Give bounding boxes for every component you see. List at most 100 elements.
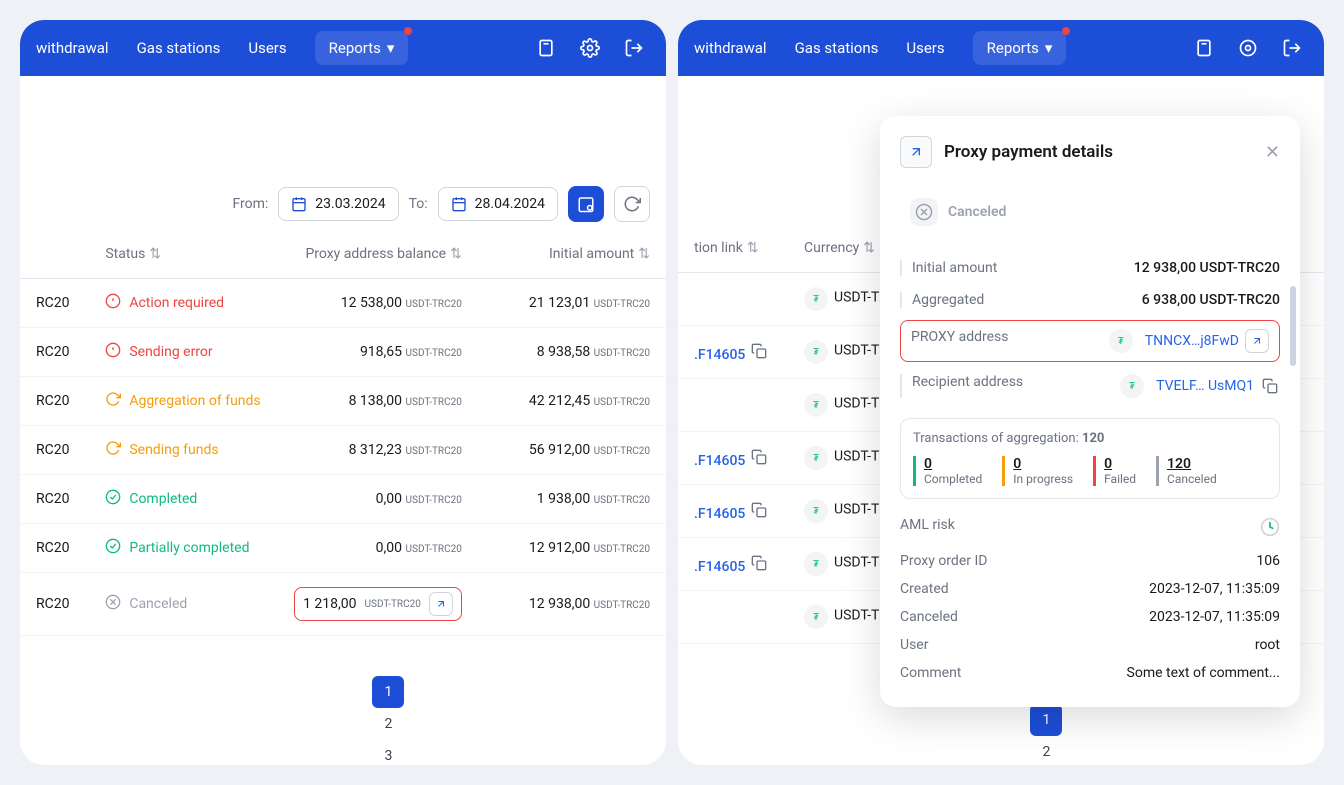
page-button[interactable]: 2 xyxy=(1030,736,1062,765)
nav-reports[interactable]: Reports ▾ xyxy=(973,31,1067,65)
chevron-down-icon: ▾ xyxy=(387,39,395,57)
external-link-icon[interactable] xyxy=(900,136,932,168)
nav-gas-stations[interactable]: Gas stations xyxy=(137,39,221,57)
left-panel: withdrawal Gas stations Users Reports ▾ xyxy=(20,20,666,765)
transactions-canceled[interactable]: 120 Canceled xyxy=(1156,456,1217,486)
transactions-failed[interactable]: 0 Failed xyxy=(1093,456,1136,486)
header-balance[interactable]: Proxy address balance xyxy=(305,246,446,262)
pagination: 1-10 of 120 ‹ 12345...10 › xyxy=(20,636,666,765)
refresh-button[interactable] xyxy=(614,186,650,222)
external-link-icon[interactable] xyxy=(429,592,453,616)
nav-reports-label: Reports xyxy=(329,39,381,57)
nav-withdrawal[interactable]: withdrawal xyxy=(694,39,767,57)
sort-icon[interactable]: ⇅ xyxy=(450,246,462,262)
table-row[interactable]: RC20 Aggregation of funds 8 138,00 USDT-… xyxy=(20,377,666,426)
to-date-input[interactable]: 28.04.2024 xyxy=(438,187,558,221)
status-cell: Partially completed xyxy=(105,538,293,558)
trc-cell: RC20 xyxy=(36,344,105,360)
progress-label: In progress xyxy=(1013,472,1073,486)
page-button[interactable]: 3 xyxy=(372,740,404,765)
link-value[interactable]: .F14605 xyxy=(694,506,745,522)
nav-users[interactable]: Users xyxy=(906,39,944,57)
external-link-icon[interactable] xyxy=(1245,329,1269,353)
nav-gas-stations[interactable]: Gas stations xyxy=(795,39,879,57)
nav-withdrawal[interactable]: withdrawal xyxy=(36,39,109,57)
status-cell: Canceled xyxy=(105,594,293,614)
recipient-address-link[interactable]: ₮ TVELF… UsMQ1 xyxy=(1120,374,1280,398)
table-row[interactable]: RC20 Action required 12 538,00 USDT-TRC2… xyxy=(20,279,666,328)
link-cell: .F14605 xyxy=(694,447,804,469)
sort-icon[interactable]: ⇅ xyxy=(863,240,875,256)
transactions-in-progress[interactable]: 0 In progress xyxy=(1002,456,1073,486)
page-button[interactable]: 1 xyxy=(372,676,404,708)
calculator-icon[interactable] xyxy=(530,32,562,64)
header-status[interactable]: Status xyxy=(105,246,145,262)
sort-icon[interactable]: ⇅ xyxy=(747,240,759,256)
proxy-address-value: TNNCX…j8FwD xyxy=(1145,333,1239,349)
sort-icon[interactable]: ⇅ xyxy=(149,246,161,262)
page-button[interactable]: 1 xyxy=(1030,704,1062,736)
proxy-address-link[interactable]: ₮ TNNCX…j8FwD xyxy=(1109,329,1269,353)
logout-icon[interactable] xyxy=(1276,32,1308,64)
status-icon xyxy=(105,391,121,411)
from-date-input[interactable]: 23.03.2024 xyxy=(278,187,398,221)
tether-icon: ₮ xyxy=(804,393,828,417)
table-header-left: Status⇅ Proxy address balance⇅ Initial a… xyxy=(20,238,666,279)
status-text: Canceled xyxy=(129,596,187,612)
gear-icon[interactable] xyxy=(574,32,606,64)
nav-reports[interactable]: Reports ▾ xyxy=(315,31,409,65)
table-row[interactable]: RC20 Completed 0,00 USDT-TRC20 1 938,00 … xyxy=(20,475,666,524)
completed-count: 0 xyxy=(924,456,982,472)
copy-icon[interactable] xyxy=(749,500,769,520)
nav-users[interactable]: Users xyxy=(248,39,286,57)
copy-icon[interactable] xyxy=(749,447,769,467)
tether-icon: ₮ xyxy=(804,552,828,576)
tether-icon: ₮ xyxy=(804,287,828,311)
topbar: withdrawal Gas stations Users Reports ▾ xyxy=(678,20,1324,76)
header-currency[interactable]: Currency xyxy=(804,240,859,256)
status-icon xyxy=(105,293,121,313)
page-button[interactable]: 2 xyxy=(372,708,404,740)
transactions-label: Transactions of aggregation: xyxy=(913,431,1079,446)
table-row[interactable]: RC20 Sending funds 8 312,23 USDT-TRC20 5… xyxy=(20,426,666,475)
status-icon xyxy=(105,440,121,460)
canceled-value: 2023-12-07, 11:35:09 xyxy=(1149,609,1280,625)
proxy-payment-details-popup: Proxy payment details ✕ Canceled Initial… xyxy=(880,116,1300,707)
initial-cell: 12 938,00 USDT-TRC20 xyxy=(462,596,650,612)
link-value[interactable]: .F14605 xyxy=(694,559,745,575)
copy-icon[interactable] xyxy=(749,341,769,361)
balance-highlight[interactable]: 1 218,00 USDT-TRC20 xyxy=(294,587,462,621)
copy-icon[interactable] xyxy=(749,553,769,573)
tether-icon: ₮ xyxy=(804,446,828,470)
gear-icon[interactable] xyxy=(1232,32,1264,64)
aggregated-value: 6 938,00 USDT-TRC20 xyxy=(1142,292,1280,308)
notification-dot xyxy=(404,27,412,35)
table-row[interactable]: RC20 Sending error 918,65 USDT-TRC20 8 9… xyxy=(20,328,666,377)
table-row[interactable]: RC20 Partially completed 0,00 USDT-TRC20… xyxy=(20,524,666,573)
from-label: From: xyxy=(232,196,268,212)
order-id-value: 106 xyxy=(1256,553,1280,569)
link-value[interactable]: .F14605 xyxy=(694,453,745,469)
trc-cell: RC20 xyxy=(36,295,105,311)
to-date-value: 28.04.2024 xyxy=(475,196,545,212)
link-value[interactable]: .F14605 xyxy=(694,347,745,363)
status-text: Sending error xyxy=(129,344,212,360)
header-initial[interactable]: Initial amount xyxy=(549,246,634,262)
calendar-settings-button[interactable] xyxy=(568,186,604,222)
sort-icon[interactable]: ⇅ xyxy=(638,246,650,262)
order-id-label: Proxy order ID xyxy=(900,553,987,569)
table-row[interactable]: RC20 Canceled 1 218,00 USDT-TRC20 12 938… xyxy=(20,573,666,636)
proxy-address-label: PROXY address xyxy=(911,329,1009,353)
logout-icon[interactable] xyxy=(618,32,650,64)
status-canceled-label: Canceled xyxy=(948,204,1006,220)
close-button[interactable]: ✕ xyxy=(1265,142,1280,163)
status-cell: Action required xyxy=(105,293,293,313)
calculator-icon[interactable] xyxy=(1188,32,1220,64)
user-value: root xyxy=(1255,637,1280,653)
transactions-completed[interactable]: 0 Completed xyxy=(913,456,982,486)
copy-icon[interactable] xyxy=(1260,376,1280,396)
from-date-value: 23.03.2024 xyxy=(315,196,385,212)
scrollbar[interactable] xyxy=(1290,286,1296,366)
aml-risk-label: AML risk xyxy=(900,517,955,541)
header-link[interactable]: tion link xyxy=(694,240,743,256)
